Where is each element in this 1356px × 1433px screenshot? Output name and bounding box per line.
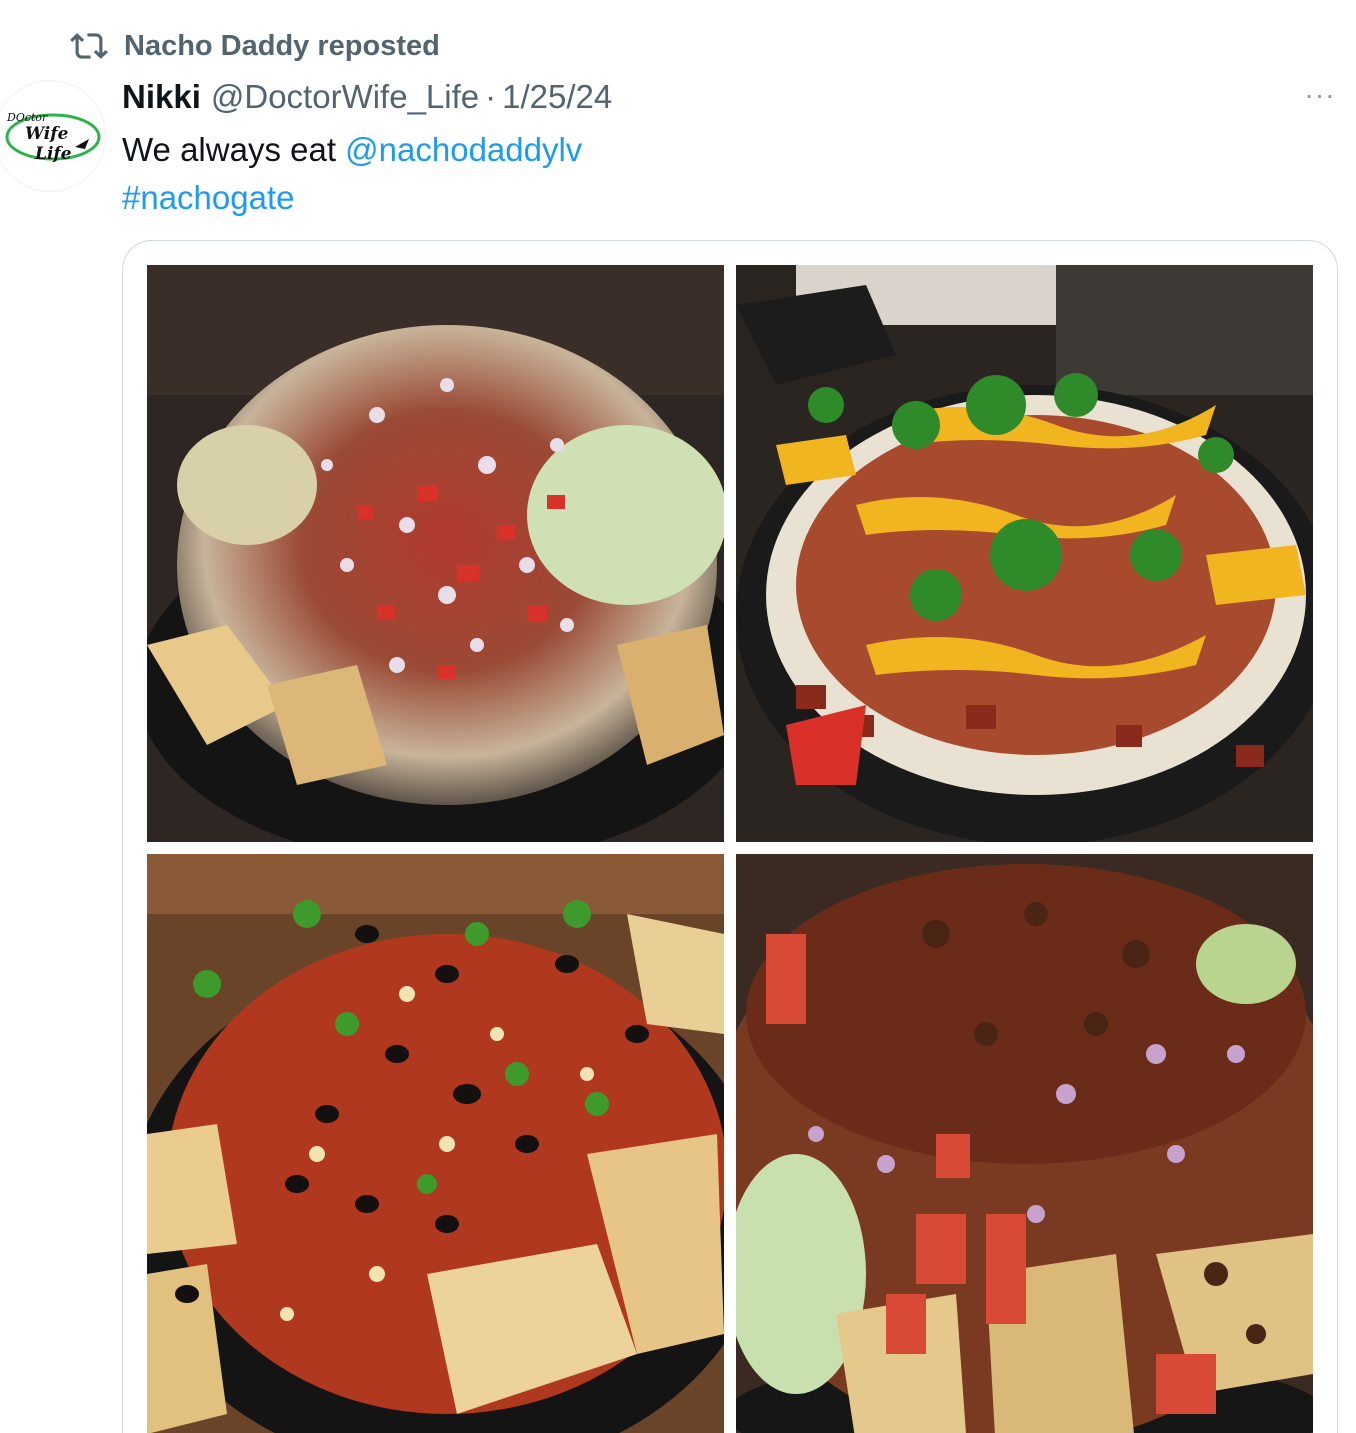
- tweet-header: Nikki @DoctorWife_Life · 1/25/24: [122, 76, 612, 118]
- avatar-text-life: Life: [34, 144, 72, 164]
- post-date[interactable]: 1/25/24: [502, 78, 612, 116]
- avatar[interactable]: DOctor Wife Life: [0, 80, 106, 192]
- photo-nachos-bacon-tomato[interactable]: [147, 265, 724, 842]
- photo-nachos-black-beans-corn[interactable]: [147, 854, 724, 1433]
- repost-label: Nacho Daddy reposted: [124, 29, 440, 62]
- more-icon[interactable]: ···: [1298, 79, 1342, 110]
- tweet[interactable]: Nacho Daddy reposted DOctor Wife Life Ni…: [0, 0, 1356, 1433]
- media-grid: [122, 240, 1338, 1433]
- repost-indicator[interactable]: Nacho Daddy reposted: [70, 26, 440, 66]
- mention-link[interactable]: @nachodaddylv: [345, 131, 582, 168]
- avatar-text-doctor: DOctor: [6, 111, 48, 124]
- header-separator: ·: [485, 78, 497, 115]
- hashtag-link[interactable]: #nachogate: [122, 179, 295, 216]
- photo-nachos-bacon-lettuce[interactable]: [736, 854, 1313, 1433]
- repost-icon: [70, 33, 108, 59]
- author-handle[interactable]: @DoctorWife_Life: [211, 78, 479, 116]
- author-name[interactable]: Nikki: [122, 78, 201, 116]
- photo-nachos-cheese-cilantro[interactable]: [736, 265, 1313, 842]
- tweet-text: We always eat @nachodaddylv #nachogate: [122, 126, 1322, 222]
- tweet-text-prefix: We always eat: [122, 131, 346, 168]
- avatar-text-wife: Wife: [25, 124, 69, 144]
